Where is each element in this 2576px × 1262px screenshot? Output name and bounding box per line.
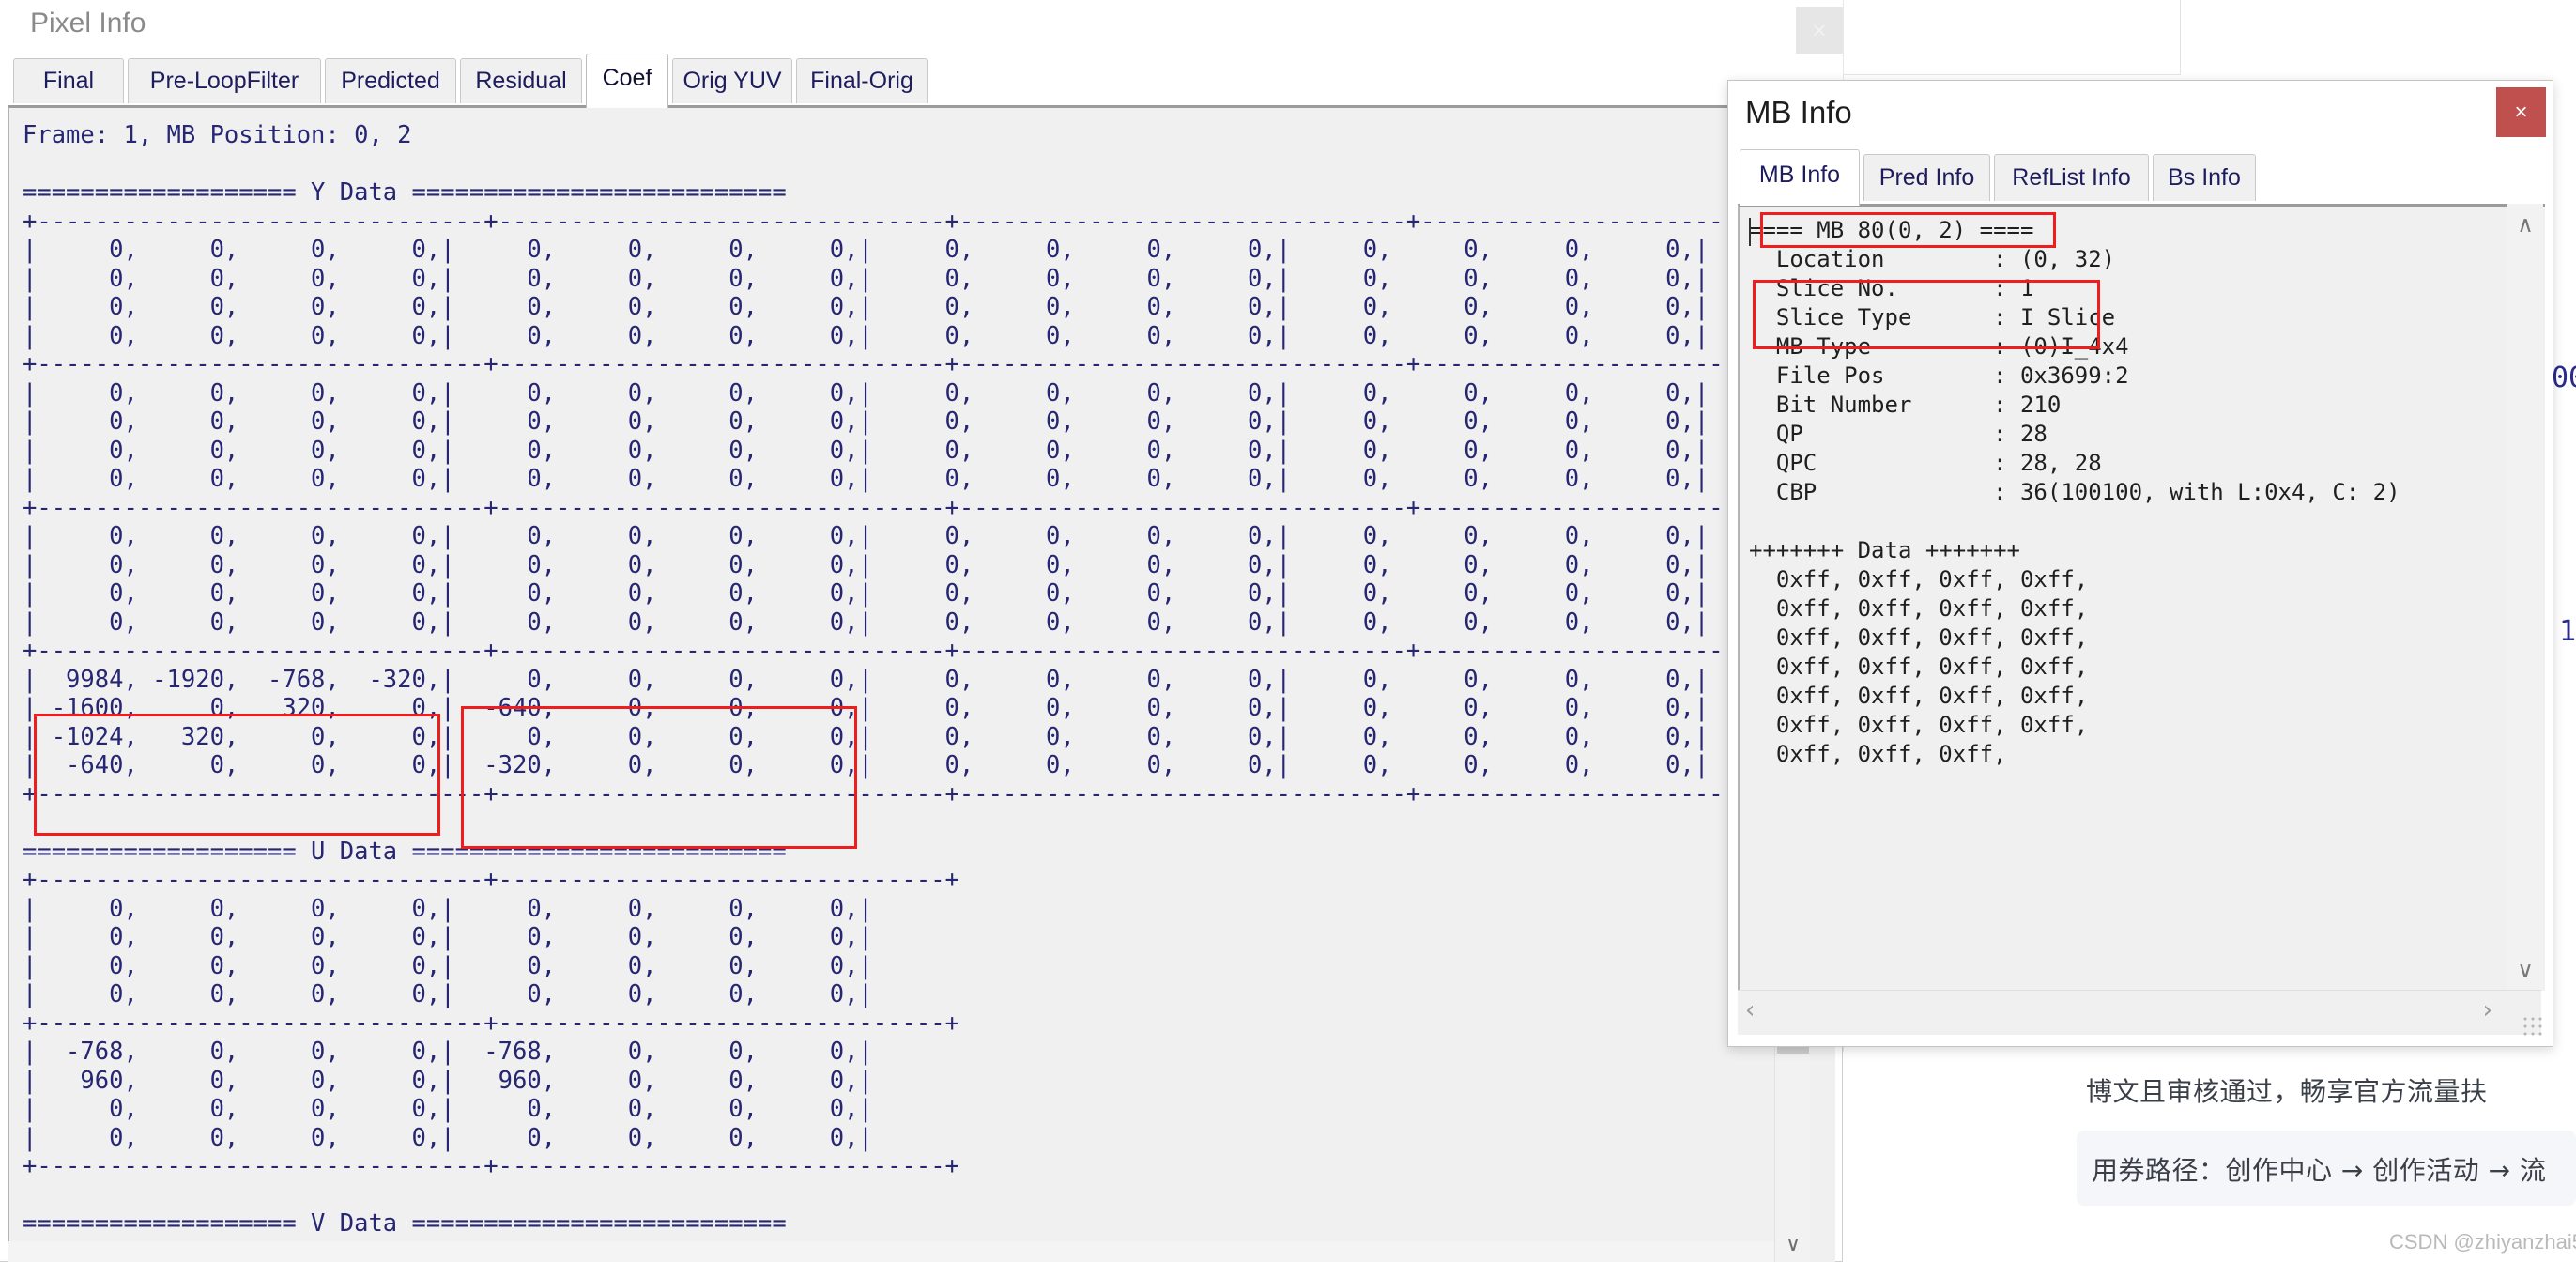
coef-text: Frame: 1, MB Position: 0, 2 ============…: [23, 121, 1835, 1262]
pixel-tab-pre-loopfilter[interactable]: Pre-LoopFilter: [128, 58, 321, 103]
coef-horizontal-scrollbar[interactable]: [8, 1241, 1774, 1262]
mb-info-tabstrip: MB Info Pred Info RefList Info Bs Info: [1728, 149, 2553, 206]
mb-tab-bs-info[interactable]: Bs Info: [2153, 154, 2256, 201]
screen-root: 00 1 博文且审核通过，畅享官方流量扶 用券路径：创作中心 → 创作活动 → …: [0, 0, 2576, 1262]
mb-info-text: ==== MB 80(0, 2) ==== Location : (0, 32)…: [1749, 217, 2400, 767]
mb-scroll-up-icon[interactable]: ∧: [2507, 211, 2543, 238]
pixel-tab-coef[interactable]: Coef: [586, 54, 668, 108]
pixel-info-window: Pixel Info × Final Pre-LoopFilter Predicte…: [0, 0, 1843, 1262]
pixel-info-title-bar: Pixel Info ×: [0, 0, 1843, 54]
pixel-info-tabstrip: Final Pre-LoopFilter Predicted Residual Coef…: [0, 54, 1843, 108]
pixel-tab-predicted[interactable]: Predicted: [325, 58, 456, 103]
coef-scroll-down-icon[interactable]: ∨: [1775, 1233, 1811, 1256]
mb-scroll-down-icon[interactable]: ∨: [2507, 957, 2543, 983]
mb-scroll-left-icon[interactable]: ‹: [1745, 996, 1755, 1024]
mb-info-title: MB Info: [1745, 95, 1852, 130]
background-fragment-a: 00: [2552, 362, 2576, 394]
pixel-info-title: Pixel Info: [30, 8, 146, 38]
promo-line-1: 博文且审核通过，畅享官方流量扶: [2086, 1076, 2488, 1107]
mb-info-close-icon[interactable]: ×: [2496, 87, 2546, 137]
coef-text-area[interactable]: Frame: 1, MB Position: 0, 2 ============…: [8, 105, 1835, 1262]
background-fragment-b: 1: [2559, 615, 2576, 648]
background-top-card: [1843, 0, 2181, 75]
pixel-tab-final[interactable]: Final: [13, 58, 124, 103]
pixel-tab-orig-yuv[interactable]: Orig YUV: [672, 58, 792, 103]
pixel-info-close-icon[interactable]: ×: [1796, 7, 1843, 54]
resize-grip-icon[interactable]: [2522, 1015, 2544, 1038]
mb-tab-pred-info[interactable]: Pred Info: [1863, 154, 1990, 201]
mb-horizontal-scrollbar[interactable]: ‹ ›: [1738, 990, 2541, 1035]
mb-tab-mb-info[interactable]: MB Info: [1740, 149, 1860, 206]
mb-info-title-bar: MB Info ×: [1728, 81, 2553, 149]
pixel-tab-residual[interactable]: Residual: [460, 58, 582, 103]
mb-tab-reflist-info[interactable]: RefList Info: [1994, 154, 2149, 201]
mb-scroll-right-icon[interactable]: ›: [2483, 996, 2492, 1024]
pixel-tab-final-orig[interactable]: Final-Orig: [796, 58, 928, 103]
mb-info-window: MB Info × MB Info Pred Info RefList Info Bs…: [1727, 80, 2553, 1047]
csdn-watermark: CSDN @zhiyanzhai563: [2389, 1230, 2576, 1254]
text-caret: [1749, 218, 1751, 246]
promo-line-2: 用券路径：创作中心 → 创作活动 → 流: [2092, 1155, 2547, 1186]
mb-vertical-scrollbar[interactable]: ∧ ∨: [2507, 204, 2543, 991]
mb-info-text-area[interactable]: ==== MB 80(0, 2) ==== Location : (0, 32)…: [1738, 204, 2545, 991]
